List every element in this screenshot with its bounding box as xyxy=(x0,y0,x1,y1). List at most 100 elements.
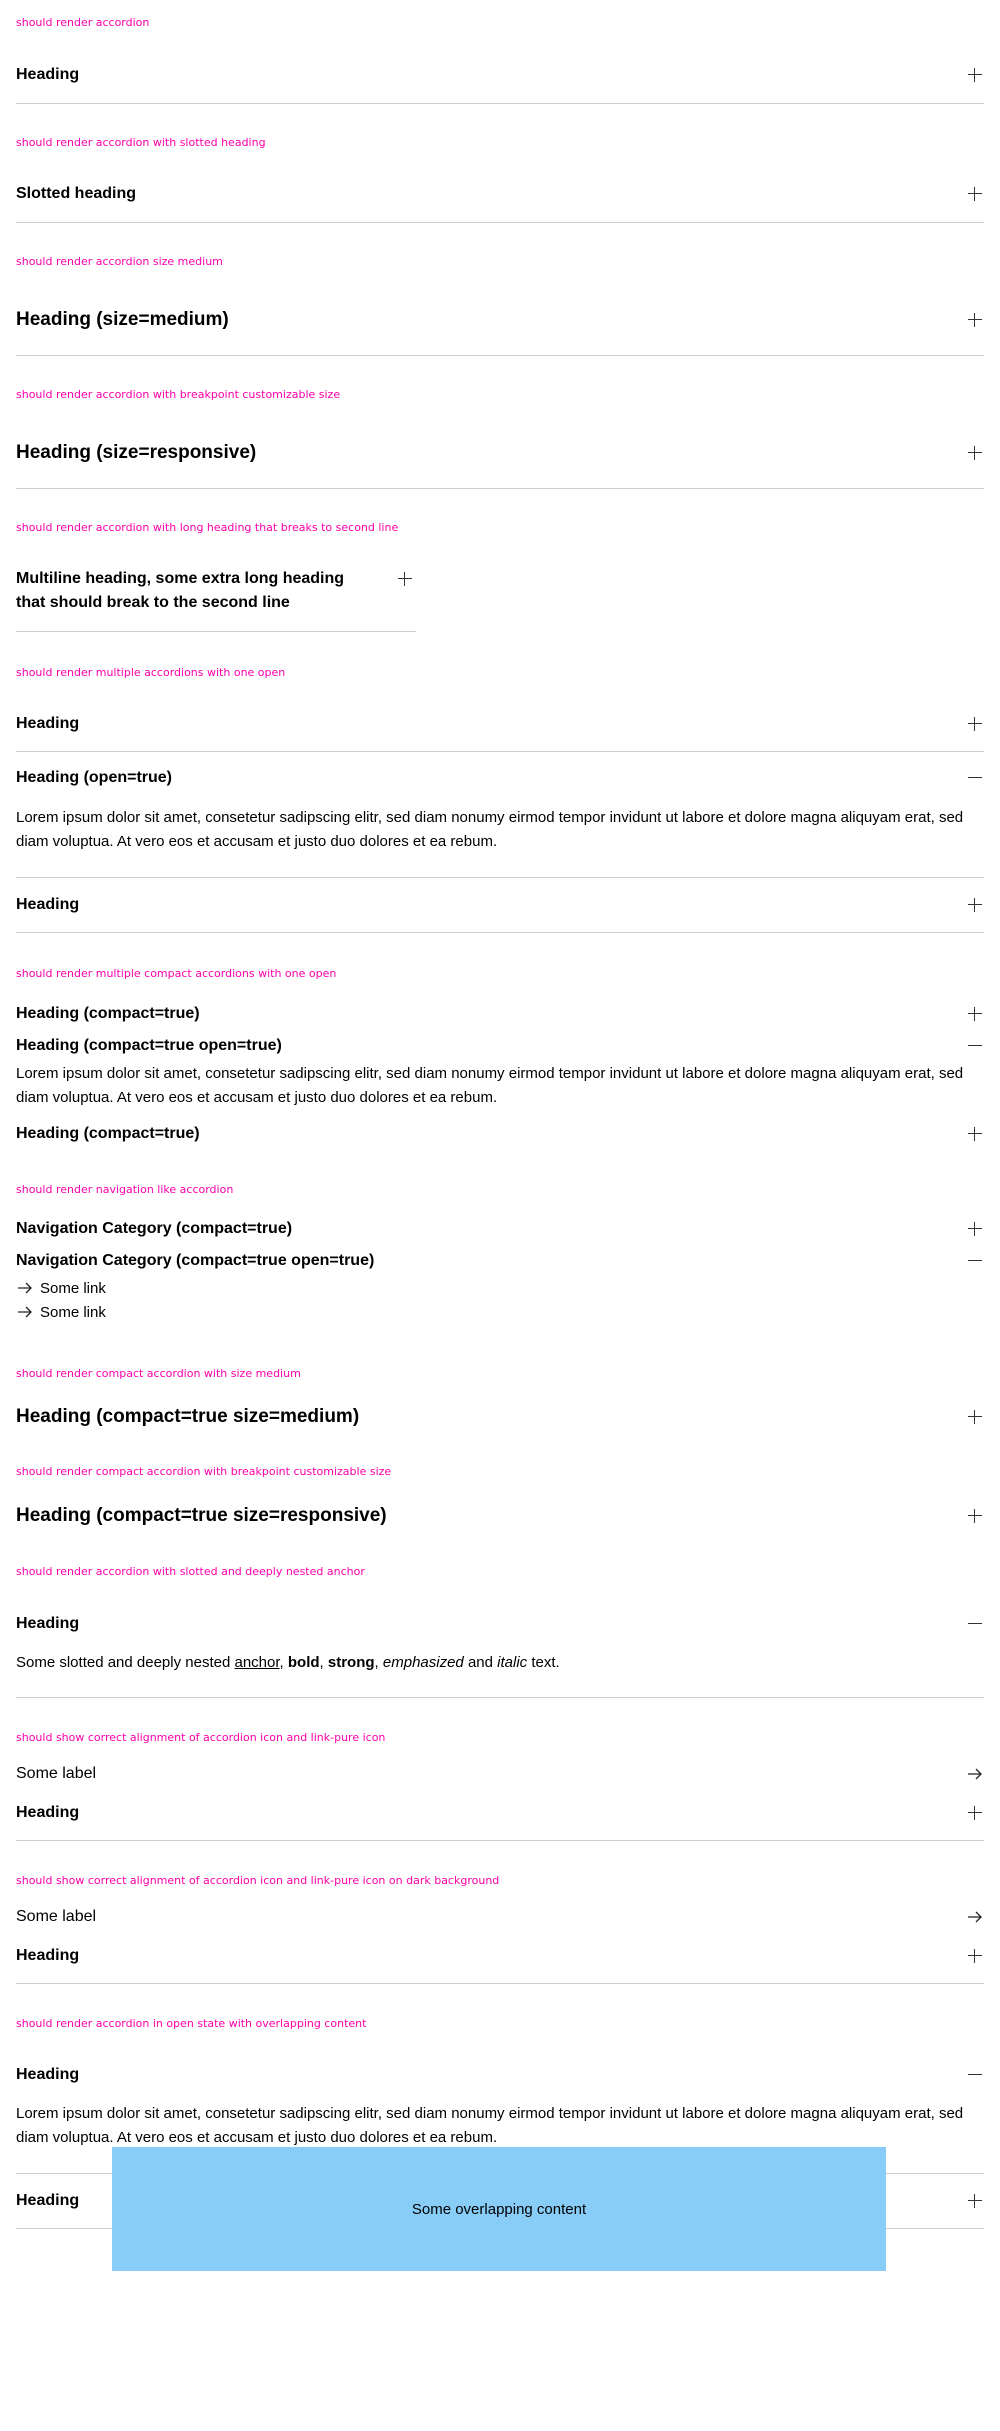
nav-link[interactable]: Some link xyxy=(16,1303,106,1321)
minus-icon xyxy=(966,1252,984,1270)
plus-icon xyxy=(966,311,984,329)
accordion-header[interactable]: Slotted heading xyxy=(16,183,984,205)
plus-icon xyxy=(966,2192,984,2210)
accordion-divider xyxy=(16,631,416,632)
accordion-heading: Heading (open=true) xyxy=(16,769,173,786)
test-caption: should render accordion size medium xyxy=(16,255,223,268)
test-caption: should render multiple accordions with o… xyxy=(16,666,286,679)
arrow-right-icon xyxy=(966,1765,984,1783)
bold-text: bold xyxy=(287,1654,320,1671)
plus-icon xyxy=(966,185,984,203)
plus-icon xyxy=(966,715,984,733)
accordion-divider xyxy=(16,1983,984,1984)
plus-icon xyxy=(966,1125,984,1143)
accordion-divider xyxy=(16,932,984,933)
accordion-header[interactable]: Heading xyxy=(16,1613,984,1635)
plus-icon xyxy=(966,444,984,462)
accordion-header[interactable]: Heading xyxy=(16,64,984,86)
test-caption: should show correct alignment of accordi… xyxy=(16,1874,500,1887)
accordion-heading: Heading (compact=true) xyxy=(16,1005,200,1022)
accordion-heading: Heading xyxy=(16,1804,80,1821)
link-pure-label: Some label xyxy=(16,1908,97,1925)
italic-text: italic xyxy=(497,1654,528,1671)
accordion-heading: Heading (compact=true size=responsive) xyxy=(16,1505,387,1526)
plus-icon xyxy=(966,896,984,914)
test-caption: should render compact accordion with siz… xyxy=(16,1367,301,1380)
accordion-heading: Navigation Category (compact=true) xyxy=(16,1220,293,1237)
test-caption: should render accordion with slotted and… xyxy=(16,1565,365,1578)
accordion-content: Lorem ipsum dolor sit amet, consetetur s… xyxy=(16,2105,964,2146)
accordion-header[interactable]: Navigation Category (compact=true) xyxy=(16,1218,984,1240)
accordion-divider xyxy=(16,103,984,104)
accordion-header[interactable]: Heading (compact=true size=responsive) xyxy=(16,1503,984,1529)
accordion-header[interactable]: Multiline heading, some extra long headi… xyxy=(16,567,414,615)
accordion-header[interactable]: Heading xyxy=(16,1802,984,1824)
content-text: Some slotted and deeply nested xyxy=(16,1654,235,1671)
accordion-heading: Heading xyxy=(16,1947,80,1964)
test-caption: should render accordion with slotted hea… xyxy=(16,136,266,149)
accordion-heading: Multiline heading, some extra long headi… xyxy=(16,570,345,611)
test-caption: should render accordion xyxy=(16,16,150,29)
accordion-heading: Heading xyxy=(16,66,80,83)
accordion-header[interactable]: Heading (compact=true) xyxy=(16,1003,984,1025)
arrow-right-icon xyxy=(16,1303,34,1321)
accordion-heading: Heading xyxy=(16,2066,80,2083)
accordion-header[interactable]: Heading xyxy=(16,1945,984,1967)
accordion-header[interactable]: Heading xyxy=(16,713,984,735)
accordion-divider xyxy=(16,877,984,878)
accordion-heading: Heading xyxy=(16,715,80,732)
test-caption: should render accordion in open state wi… xyxy=(16,2017,367,2030)
plus-icon xyxy=(966,1005,984,1023)
test-caption: should render multiple compact accordion… xyxy=(16,967,337,980)
accordion-header[interactable]: Heading (open=true) xyxy=(16,767,984,789)
plus-icon xyxy=(966,66,984,84)
nav-link-label: Some link xyxy=(40,1303,106,1321)
minus-icon xyxy=(966,1037,984,1055)
accordion-divider xyxy=(16,355,984,356)
test-caption: should render compact accordion with bre… xyxy=(16,1465,392,1478)
minus-icon xyxy=(966,2066,984,2084)
accordion-header[interactable]: Navigation Category (compact=true open=t… xyxy=(16,1250,984,1272)
accordion-content: Lorem ipsum dolor sit amet, consetetur s… xyxy=(16,1065,964,1106)
accordion-content: Lorem ipsum dolor sit amet, consetetur s… xyxy=(16,809,964,850)
accordion-header[interactable]: Heading (compact=true size=medium) xyxy=(16,1404,984,1430)
overlapping-content-box: Some overlapping content xyxy=(112,2147,886,2271)
link-pure[interactable]: Some label xyxy=(16,1906,984,1928)
link-pure[interactable]: Some label xyxy=(16,1763,984,1785)
accordion-header[interactable]: Heading (compact=true) xyxy=(16,1123,984,1145)
accordion-heading: Heading (compact=true open=true) xyxy=(16,1037,282,1054)
accordion-heading: Heading (compact=true size=medium) xyxy=(16,1406,360,1427)
accordion-header[interactable]: Heading (size=responsive) xyxy=(16,440,984,466)
plus-icon xyxy=(966,1804,984,1822)
emphasized-text: emphasized xyxy=(382,1654,464,1671)
arrow-right-icon xyxy=(16,1279,34,1297)
test-caption: should show correct alignment of accordi… xyxy=(16,1731,386,1744)
accordion-divider xyxy=(16,751,984,752)
accordion-divider xyxy=(16,222,984,223)
accordion-heading: Navigation Category (compact=true open=t… xyxy=(16,1252,375,1269)
overlapping-content-label: Some overlapping content xyxy=(411,2200,587,2218)
plus-icon xyxy=(396,570,414,588)
accordion-header[interactable]: Heading (size=medium) xyxy=(16,307,984,333)
accordion-content: Some slotted and deeply nested anchor, b… xyxy=(16,1651,984,1675)
accordion-heading: Slotted heading xyxy=(16,185,136,202)
content-text: and xyxy=(463,1654,498,1671)
minus-icon xyxy=(966,769,984,787)
accordion-heading: Heading xyxy=(16,2192,80,2209)
accordion-heading: Heading xyxy=(16,1615,80,1632)
content-text: , xyxy=(279,1654,288,1671)
accordion-header[interactable]: Heading (compact=true open=true) xyxy=(16,1035,984,1057)
accordion-divider xyxy=(16,488,984,489)
plus-icon xyxy=(966,1507,984,1525)
test-caption: should render accordion with long headin… xyxy=(16,521,399,534)
accordion-header[interactable]: Heading xyxy=(16,2064,984,2086)
accordion-header[interactable]: Heading xyxy=(16,894,984,916)
plus-icon xyxy=(966,1220,984,1238)
nav-link[interactable]: Some link xyxy=(16,1279,106,1297)
strong-text: strong xyxy=(327,1654,375,1671)
accordion-heading: Heading (compact=true) xyxy=(16,1125,200,1142)
nested-anchor-link[interactable]: anchor xyxy=(234,1654,279,1671)
accordion-heading: Heading (size=responsive) xyxy=(16,442,257,463)
content-text: , xyxy=(374,1654,383,1671)
nav-link-label: Some link xyxy=(40,1279,106,1297)
